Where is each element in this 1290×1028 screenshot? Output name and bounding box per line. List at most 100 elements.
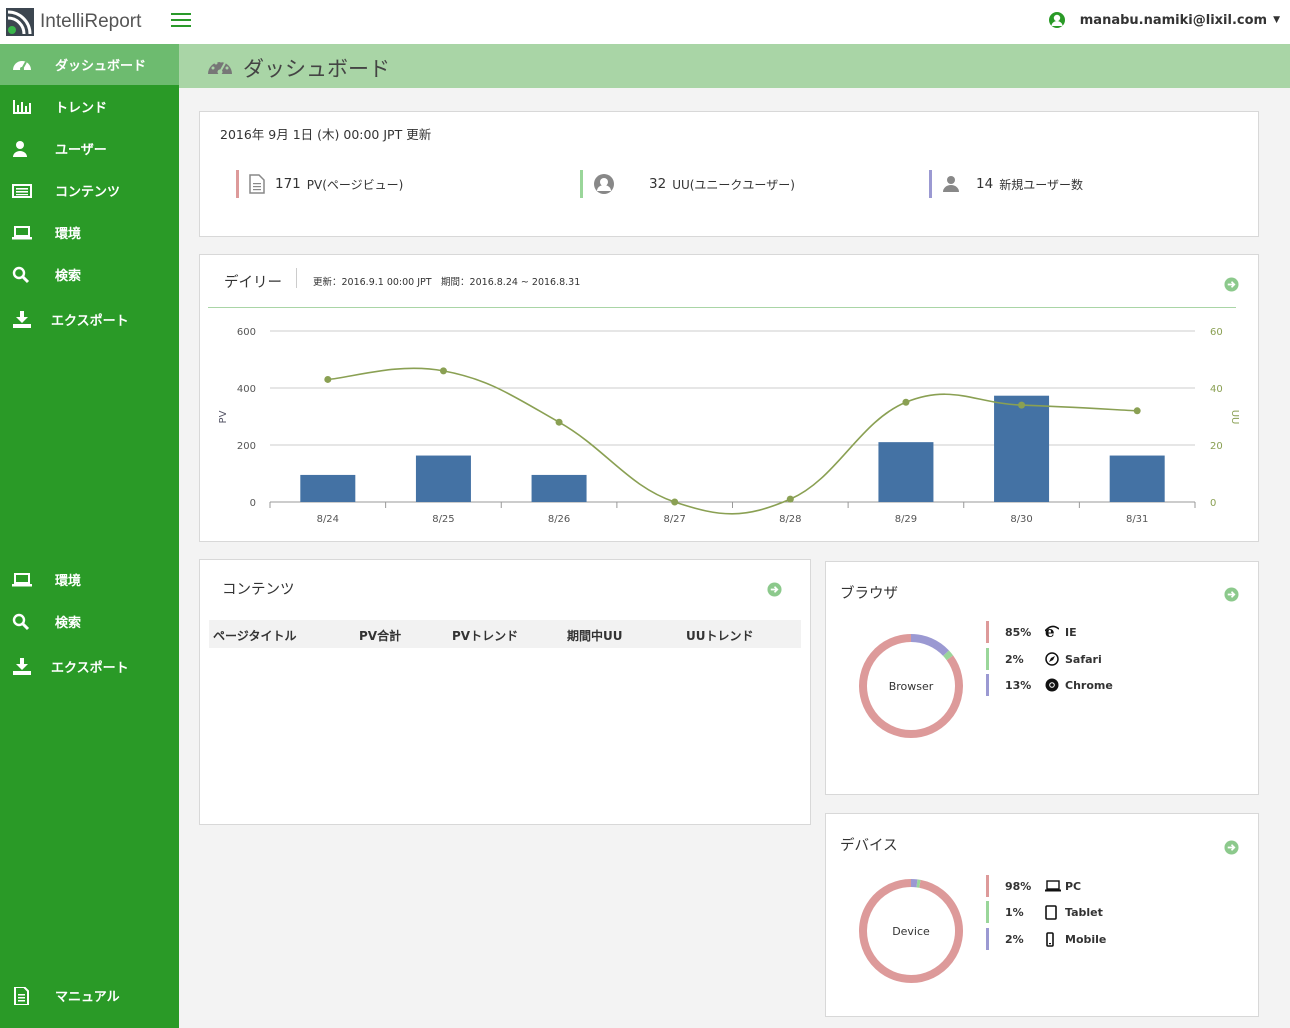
safari-icon — [1045, 652, 1059, 666]
legend-item-mobile: 2% Mobile — [986, 927, 1106, 951]
pv-bar[interactable] — [300, 474, 356, 502]
legend-pct: 1% — [1005, 905, 1024, 919]
sidebar-item-label: 検索 — [55, 269, 82, 284]
uu-point[interactable] — [1133, 407, 1141, 415]
uu-point[interactable] — [671, 498, 679, 506]
browser-title: ブラウザ — [840, 586, 898, 602]
sidebar-item-search[interactable]: 検索 — [0, 254, 179, 295]
pv-bar[interactable] — [878, 442, 934, 502]
sidebar-item-label: エクスポート — [51, 314, 129, 329]
sidebar-item-label: エクスポート — [51, 661, 129, 676]
browser-donut-chart: Browser — [859, 634, 963, 738]
legend-item-pc: 98% PC — [986, 874, 1081, 898]
sidebar-item-label: マニュアル — [55, 990, 120, 1005]
legend-pct: 98% — [1005, 879, 1032, 893]
document-icon — [249, 174, 265, 194]
y2-tick-label: 40 — [1210, 384, 1223, 395]
legend-name: Mobile — [1065, 932, 1107, 946]
hamburger-menu-button[interactable] — [171, 13, 191, 29]
y-tick-label: 200 — [237, 441, 256, 452]
uu-point[interactable] — [1018, 401, 1026, 409]
uu-point[interactable] — [555, 418, 563, 426]
caret-down-icon: ▼ — [1273, 15, 1280, 25]
sidebar-item-export-2[interactable]: エクスポート — [0, 646, 179, 687]
pv-bar[interactable] — [994, 395, 1050, 502]
sidebar-item-contents[interactable]: コンテンツ — [0, 170, 179, 211]
x-tick-label: 8/30 — [1010, 514, 1032, 525]
donut-slice[interactable] — [910, 634, 949, 657]
user-icon — [13, 140, 27, 157]
stat-pv: 171 PV(ページビュー) — [236, 169, 403, 199]
pv-bar[interactable] — [531, 474, 587, 502]
sidebar-item-manual[interactable]: マニュアル — [0, 975, 179, 1016]
sidebar-item-search-2[interactable]: 検索 — [0, 601, 179, 642]
sidebar-item-environment[interactable]: 環境 — [0, 212, 179, 253]
legend-pct: 2% — [1005, 652, 1024, 666]
logo[interactable]: IntelliReport — [6, 8, 141, 36]
pv-bar[interactable] — [415, 455, 471, 502]
device-title: デバイス — [840, 838, 898, 854]
sidebar-item-label: トレンド — [55, 101, 108, 116]
x-tick-label: 8/27 — [663, 514, 685, 525]
arrow-circle-right-icon[interactable] — [767, 582, 782, 597]
contents-title: コンテンツ — [222, 582, 295, 598]
uu-point[interactable] — [902, 398, 910, 406]
search-icon — [12, 266, 30, 283]
download-icon — [13, 657, 31, 675]
donut-slice[interactable] — [943, 650, 954, 661]
stat-uu-value: 32 — [649, 176, 667, 192]
y-tick-label: 600 — [237, 327, 256, 338]
arrow-circle-right-icon[interactable] — [1224, 840, 1239, 855]
sidebar-item-export[interactable]: エクスポート — [0, 299, 179, 340]
tablet-icon — [1045, 904, 1057, 920]
sidebar-item-label: ユーザー — [55, 143, 107, 158]
sidebar-item-trend[interactable]: トレンド — [0, 86, 179, 127]
y2-tick-label: 60 — [1210, 327, 1223, 338]
column-header[interactable]: PVトレンド — [452, 627, 518, 644]
chrome-icon — [1045, 678, 1059, 692]
column-header[interactable]: UUトレンド — [686, 627, 754, 644]
user-icon — [943, 176, 959, 192]
column-header[interactable]: ページタイトル — [213, 627, 297, 644]
sidebar-item-user[interactable]: ユーザー — [0, 128, 179, 169]
donut-center-label: Browser — [889, 680, 934, 693]
column-header[interactable]: PV合計 — [359, 627, 401, 644]
ie-icon: e — [1045, 625, 1059, 639]
page-title: ダッシュボード — [243, 57, 390, 81]
sidebar-item-dashboard[interactable]: ダッシュボード — [0, 44, 179, 85]
laptop-icon — [12, 225, 32, 239]
mobile-icon — [1046, 931, 1054, 947]
sidebar-item-label: 環境 — [55, 574, 82, 589]
contents-panel: コンテンツ ページタイトル PV合計 PVトレンド 期間中UU UUトレンド — [199, 559, 811, 825]
stat-new-users-value: 14 — [976, 176, 994, 192]
donut-center-label: Device — [892, 925, 930, 938]
daily-chart: 0 0 200 20 400 40 600 60 8/24 8/25 8/26 8/27 8/28 8/2… — [218, 327, 1240, 525]
sidebar-item-environment-2[interactable]: 環境 — [0, 559, 179, 600]
y2-tick-label: 0 — [1210, 498, 1216, 509]
y-axis-label: PV — [218, 410, 229, 423]
search-icon — [12, 613, 30, 630]
logo-icon — [6, 8, 34, 36]
legend-name: Tablet — [1065, 905, 1103, 919]
uu-point[interactable] — [439, 367, 447, 375]
dashboard-icon — [208, 59, 232, 75]
column-header[interactable]: 期間中UU — [567, 627, 623, 644]
top-bar: IntelliReport manabu.namiki@lixil.com ▼ — [0, 0, 1290, 44]
arrow-circle-right-icon[interactable] — [1224, 587, 1239, 602]
list-icon — [12, 183, 32, 198]
bar-chart-icon — [13, 99, 31, 114]
uu-point[interactable] — [324, 375, 332, 383]
sidebar-item-label: 環境 — [55, 227, 82, 242]
stat-uu-label: UU(ユニークユーザー) — [672, 177, 795, 192]
pv-bar[interactable] — [1109, 455, 1165, 502]
user-menu[interactable]: manabu.namiki@lixil.com ▼ — [1048, 11, 1280, 29]
y2-axis-label: UU — [1229, 410, 1240, 425]
y-tick-label: 400 — [237, 384, 256, 395]
uu-point[interactable] — [786, 495, 794, 503]
sidebar-item-label: ダッシュボード — [55, 59, 147, 74]
legend-name: Safari — [1065, 652, 1102, 666]
legend-name: PC — [1065, 879, 1082, 893]
legend-name: Chrome — [1065, 678, 1113, 692]
x-tick-label: 8/29 — [895, 514, 917, 525]
arrow-circle-right-icon[interactable] — [1224, 277, 1239, 292]
